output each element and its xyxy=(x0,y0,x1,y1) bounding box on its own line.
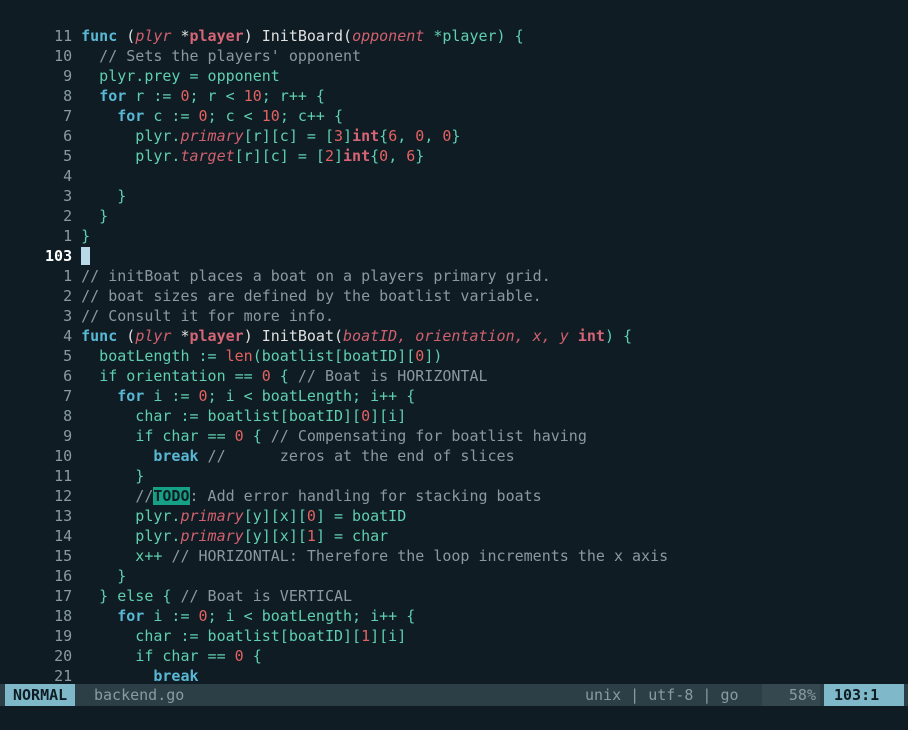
code-line[interactable]: 8 for r := 0; r < 10; r++ { xyxy=(0,66,908,105)
separator: | xyxy=(630,686,640,704)
code-line[interactable]: 13 plyr.primary[y][x][0] = boatID xyxy=(0,486,908,525)
code-line[interactable]: 10 break // zeros at the end of slices xyxy=(0,426,908,465)
encoding: utf-8 xyxy=(648,686,694,704)
code-line[interactable]: 20 if char == 0 { xyxy=(0,626,908,665)
code-line[interactable]: 22 } xyxy=(0,666,908,705)
code-line[interactable]: 21 break xyxy=(0,646,908,685)
code-line[interactable]: 14 plyr.primary[y][x][1] = char xyxy=(0,506,908,545)
code-line[interactable]: 2// boat sizes are defined by the boatli… xyxy=(0,266,908,305)
code-line[interactable]: 10 // Sets the players' opponent xyxy=(0,26,908,65)
code-line[interactable]: 4 func (plyr *player) InitBoat(boatID, or… xyxy=(0,306,908,345)
separator: | xyxy=(702,686,712,704)
code-line[interactable]: 18 for i := 0; i < boatLength; i++ { xyxy=(0,586,908,625)
code-line[interactable]: 9 plyr.prey = opponent xyxy=(0,46,908,85)
file-info: unix | utf-8 | go xyxy=(585,684,739,706)
code-line[interactable]: 5 plyr.target[r][c] = [2]int{0, 6} xyxy=(0,126,908,165)
cursor-position: 103:1 xyxy=(824,684,904,706)
code-line[interactable]: 8 char := boatlist[boatID][0][i] xyxy=(0,386,908,425)
mode-indicator: NORMAL xyxy=(5,684,76,706)
filetype: go xyxy=(720,686,739,704)
code-line[interactable]: 19 char := boatlist[boatID][1][i] xyxy=(0,606,908,645)
code-line[interactable]: 3// Consult it for more info. xyxy=(0,286,908,325)
code-line[interactable]: 2 } xyxy=(0,186,908,225)
code-line[interactable]: 12 //TODO: Add error handling for stacki… xyxy=(0,466,908,505)
code-line[interactable]: 4 xyxy=(0,146,908,185)
code-line[interactable]: 11 func (plyr *player) InitBoard(opponent… xyxy=(0,6,908,45)
fileformat: unix xyxy=(585,686,622,704)
status-line: NORMAL backend.go unix | utf-8 | go 58% … xyxy=(0,684,908,706)
code-line[interactable]: 7 for i := 0; i < boatLength; i++ { xyxy=(0,366,908,405)
code-line[interactable]: 5 boatLength := len(boatlist[boatID][0]) xyxy=(0,326,908,365)
code-line[interactable]: 17 } else { // Boat is VERTICAL xyxy=(0,566,908,605)
code-line[interactable]: 9 if char == 0 { // Compensating for boa… xyxy=(0,406,908,445)
code-line[interactable]: 6 if orientation == 0 { // Boat is HORIZ… xyxy=(0,346,908,385)
code-line[interactable]: 15 x++ // HORIZONTAL: Therefore the loop… xyxy=(0,526,908,565)
code-line[interactable]: 11 } xyxy=(0,446,908,485)
code-line[interactable]: 1} xyxy=(0,206,908,245)
code-line[interactable]: 3 } xyxy=(0,166,908,205)
filename: backend.go xyxy=(94,686,185,704)
current-line[interactable]: 103 xyxy=(0,226,908,265)
code-line[interactable]: 16 } xyxy=(0,546,908,585)
code-line[interactable]: 6 plyr.primary[r][c] = [3]int{6, 0, 0} xyxy=(0,106,908,145)
scroll-percent: 58% xyxy=(762,684,820,706)
vim-editor[interactable]: 11 func (plyr *player) InitBoard(opponent… xyxy=(0,0,908,730)
code-line[interactable]: 1// initBoat places a boat on a players … xyxy=(0,246,908,285)
code-line[interactable]: 7 for c := 0; c < 10; c++ { xyxy=(0,86,908,125)
